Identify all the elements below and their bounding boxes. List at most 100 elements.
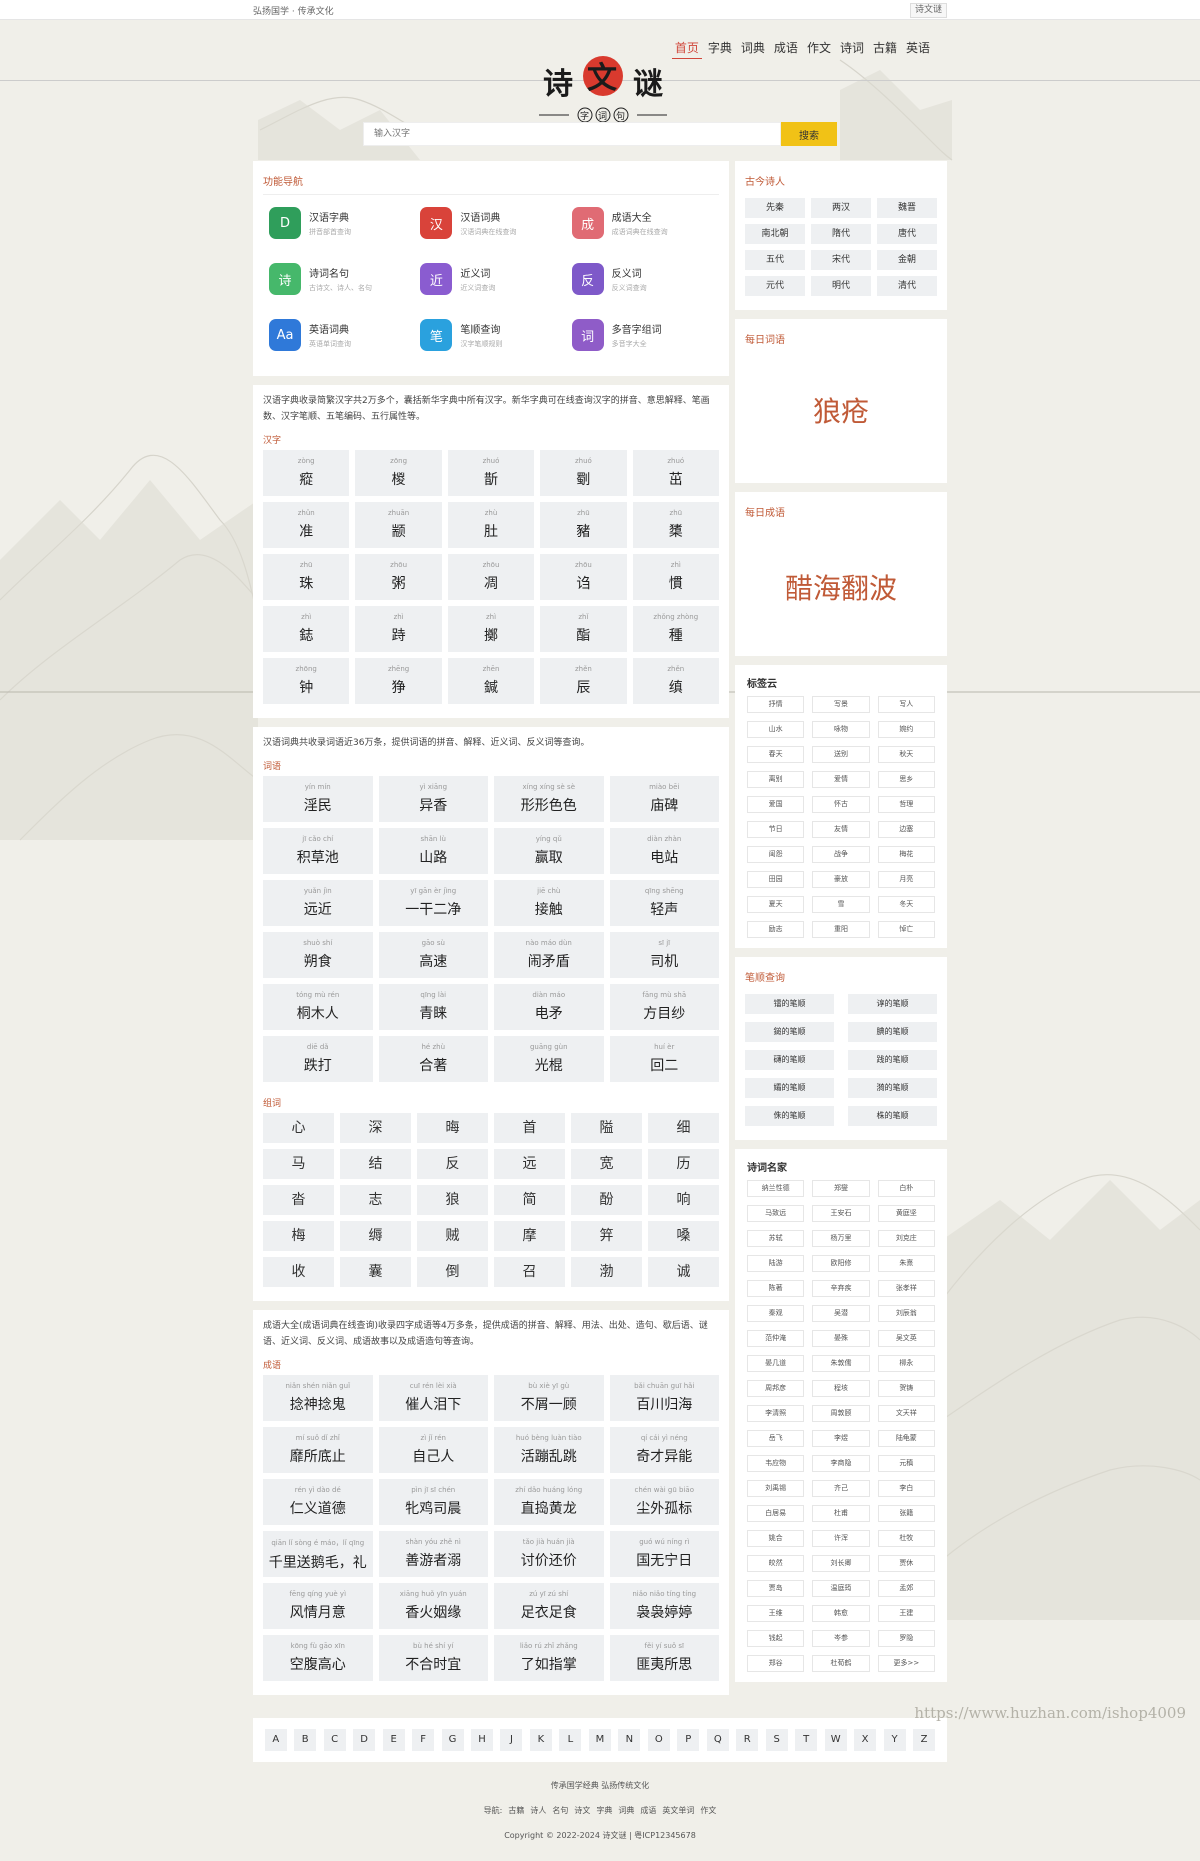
zuci-item[interactable]: 收 <box>263 1257 334 1287</box>
famous-poet-item[interactable]: 吴文英 <box>877 1330 935 1347</box>
famous-poet-item[interactable]: 钱起 <box>747 1630 805 1647</box>
hanzi-entry[interactable]: zhì 慣 <box>632 554 719 600</box>
alphabet-letter[interactable]: X <box>854 1729 877 1751</box>
hanzi-entry[interactable]: zhōu 凋 <box>447 554 535 600</box>
zuci-item[interactable]: 倒 <box>417 1257 488 1287</box>
zuci-item[interactable]: 摩 <box>494 1221 565 1251</box>
hanzi-entry[interactable]: zhǐ 酯 <box>540 606 627 652</box>
function-item[interactable]: 笔笔顺查询 汉字笔顺规则 <box>420 315 571 355</box>
stroke-item[interactable]: 谆的笔顺 <box>848 994 937 1014</box>
tag-item[interactable]: 春天 <box>747 746 805 763</box>
cidian-entry[interactable]: qīng shēng 轻声 <box>609 880 719 926</box>
famous-poet-item[interactable]: 柳永 <box>877 1355 935 1372</box>
function-item[interactable]: Aa 英语词典 英语单词查询 <box>269 315 420 355</box>
tag-item[interactable]: 闺怨 <box>747 846 805 863</box>
zuci-item[interactable]: 马 <box>263 1149 334 1179</box>
poet-era-item[interactable]: 清代 <box>877 276 937 296</box>
footer-nav-link[interactable]: 诗文 <box>574 1806 590 1815</box>
cidian-entry[interactable]: diē dǎ 跌打 <box>263 1036 373 1082</box>
famous-poet-item[interactable]: 皎然 <box>747 1555 805 1572</box>
zuci-item[interactable]: 反 <box>417 1149 488 1179</box>
function-item[interactable]: 成成语大全 成语词典在线查询 <box>571 203 723 243</box>
famous-poet-item[interactable]: 欧阳修 <box>812 1255 870 1272</box>
zuci-item[interactable]: 首 <box>494 1113 565 1143</box>
stroke-item[interactable]: 腆的笔顺 <box>848 1022 937 1042</box>
zuci-item[interactable]: 远 <box>494 1149 565 1179</box>
alphabet-letter[interactable]: J <box>500 1729 523 1751</box>
tag-item[interactable]: 山水 <box>747 721 805 738</box>
poet-era-item[interactable]: 金朝 <box>877 250 937 270</box>
stroke-item[interactable]: 践的笔顺 <box>848 1050 937 1070</box>
footer-nav-link[interactable]: 名句 <box>552 1806 568 1815</box>
cidian-entry[interactable]: qīng lài 青睐 <box>378 984 488 1030</box>
chengyu-entry[interactable]: guó wú níng rì 国无宁日 <box>609 1531 719 1577</box>
stroke-item[interactable]: 孀的笔顺 <box>745 1078 834 1098</box>
hanzi-entry[interactable]: zhēng 狰 <box>355 658 442 704</box>
famous-poet-item[interactable]: 李清照 <box>747 1405 805 1422</box>
alphabet-letter[interactable]: P <box>677 1729 700 1751</box>
function-item[interactable]: 反反义词 反义词查询 <box>571 259 723 299</box>
famous-poet-item[interactable]: 朱熹 <box>877 1255 935 1272</box>
footer-nav-link[interactable]: 古籍 <box>508 1806 524 1815</box>
famous-poet-item[interactable]: 秦观 <box>747 1305 805 1322</box>
famous-poet-item[interactable]: 黄庭坚 <box>877 1205 935 1222</box>
zuci-item[interactable]: 结 <box>340 1149 411 1179</box>
famous-poet-item[interactable]: 元稹 <box>877 1455 935 1472</box>
hanzi-entry[interactable]: zhuān 颛 <box>355 502 442 548</box>
nav-item-3[interactable]: 成语 <box>771 37 801 59</box>
famous-poet-item[interactable]: 刘辰翁 <box>877 1305 935 1322</box>
famous-poet-item[interactable]: 更多>> <box>877 1655 935 1672</box>
famous-poet-item[interactable]: 温庭筠 <box>812 1580 870 1597</box>
famous-poet-item[interactable]: 贾岛 <box>747 1580 805 1597</box>
tag-item[interactable]: 田园 <box>747 871 805 888</box>
cidian-entry[interactable]: fāng mù shā 方目纱 <box>609 984 719 1030</box>
famous-poet-item[interactable]: 王维 <box>747 1605 805 1622</box>
famous-poet-item[interactable]: 白朴 <box>877 1180 935 1197</box>
function-item[interactable]: D 汉语字典 拼音部首查询 <box>269 203 420 243</box>
zuci-item[interactable]: 隘 <box>571 1113 642 1143</box>
tag-item[interactable]: 雪 <box>812 896 870 913</box>
poet-era-item[interactable]: 元代 <box>745 276 805 296</box>
zuci-item[interactable]: 晦 <box>417 1113 488 1143</box>
tag-item[interactable]: 边塞 <box>877 821 935 838</box>
cidian-entry[interactable]: tóng mù rén 桐木人 <box>263 984 373 1030</box>
cidian-entry[interactable]: sī jī 司机 <box>609 932 719 978</box>
zuci-item[interactable]: 狼 <box>417 1185 488 1215</box>
tag-item[interactable]: 重阳 <box>812 921 870 938</box>
cidian-entry[interactable]: diàn máo 电矛 <box>494 984 604 1030</box>
alphabet-letter[interactable]: M <box>588 1729 611 1751</box>
cidian-entry[interactable]: xíng xíng sè sè 形形色色 <box>494 776 604 822</box>
footer-nav-link[interactable]: 字典 <box>596 1806 612 1815</box>
cidian-entry[interactable]: miào bēi 庙碑 <box>609 776 719 822</box>
poet-era-item[interactable]: 明代 <box>811 276 871 296</box>
chengyu-entry[interactable]: kōng fù gāo xīn 空腹高心 <box>263 1635 373 1681</box>
chengyu-entry[interactable]: cuī rén lèi xià 催人泪下 <box>378 1375 488 1421</box>
search-input[interactable] <box>363 122 781 146</box>
chengyu-entry[interactable]: xiāng huǒ yīn yuán 香火姻缘 <box>378 1583 488 1629</box>
famous-poet-item[interactable]: 孟郊 <box>877 1580 935 1597</box>
famous-poet-item[interactable]: 程垓 <box>812 1380 870 1397</box>
daily-idiom[interactable]: 醋海翻波 <box>735 567 947 607</box>
alphabet-letter[interactable]: F <box>412 1729 435 1751</box>
famous-poet-item[interactable]: 范仲淹 <box>747 1330 805 1347</box>
tag-item[interactable]: 励志 <box>747 921 805 938</box>
cidian-entry[interactable]: guāng gùn 光棍 <box>494 1036 604 1082</box>
nav-item-2[interactable]: 词典 <box>738 37 768 59</box>
famous-poet-item[interactable]: 韩愈 <box>812 1605 870 1622</box>
chengyu-entry[interactable]: shàn yóu zhě nì 善游者溺 <box>378 1531 488 1577</box>
site-logo[interactable]: 诗 文 谜 字 词 句 <box>533 42 673 127</box>
poet-era-item[interactable]: 南北朝 <box>745 224 805 244</box>
famous-poet-item[interactable]: 贺铸 <box>877 1380 935 1397</box>
poet-era-item[interactable]: 宋代 <box>811 250 871 270</box>
famous-poet-item[interactable]: 苏轼 <box>747 1230 805 1247</box>
zuci-item[interactable]: 召 <box>494 1257 565 1287</box>
hanzi-entry[interactable]: zhěn 辰 <box>540 658 627 704</box>
famous-poet-item[interactable]: 吴潜 <box>812 1305 870 1322</box>
footer-nav-link[interactable]: 英文单词 <box>662 1806 694 1815</box>
zuci-item[interactable]: 深 <box>340 1113 411 1143</box>
nav-item-4[interactable]: 作文 <box>804 37 834 59</box>
tag-item[interactable]: 爱国 <box>747 796 805 813</box>
function-item[interactable]: 诗诗词名句 古诗文、诗人、名句 <box>269 259 420 299</box>
stroke-item[interactable]: 鎚的笔顺 <box>745 1022 834 1042</box>
cidian-entry[interactable]: shān lù 山路 <box>378 828 488 874</box>
